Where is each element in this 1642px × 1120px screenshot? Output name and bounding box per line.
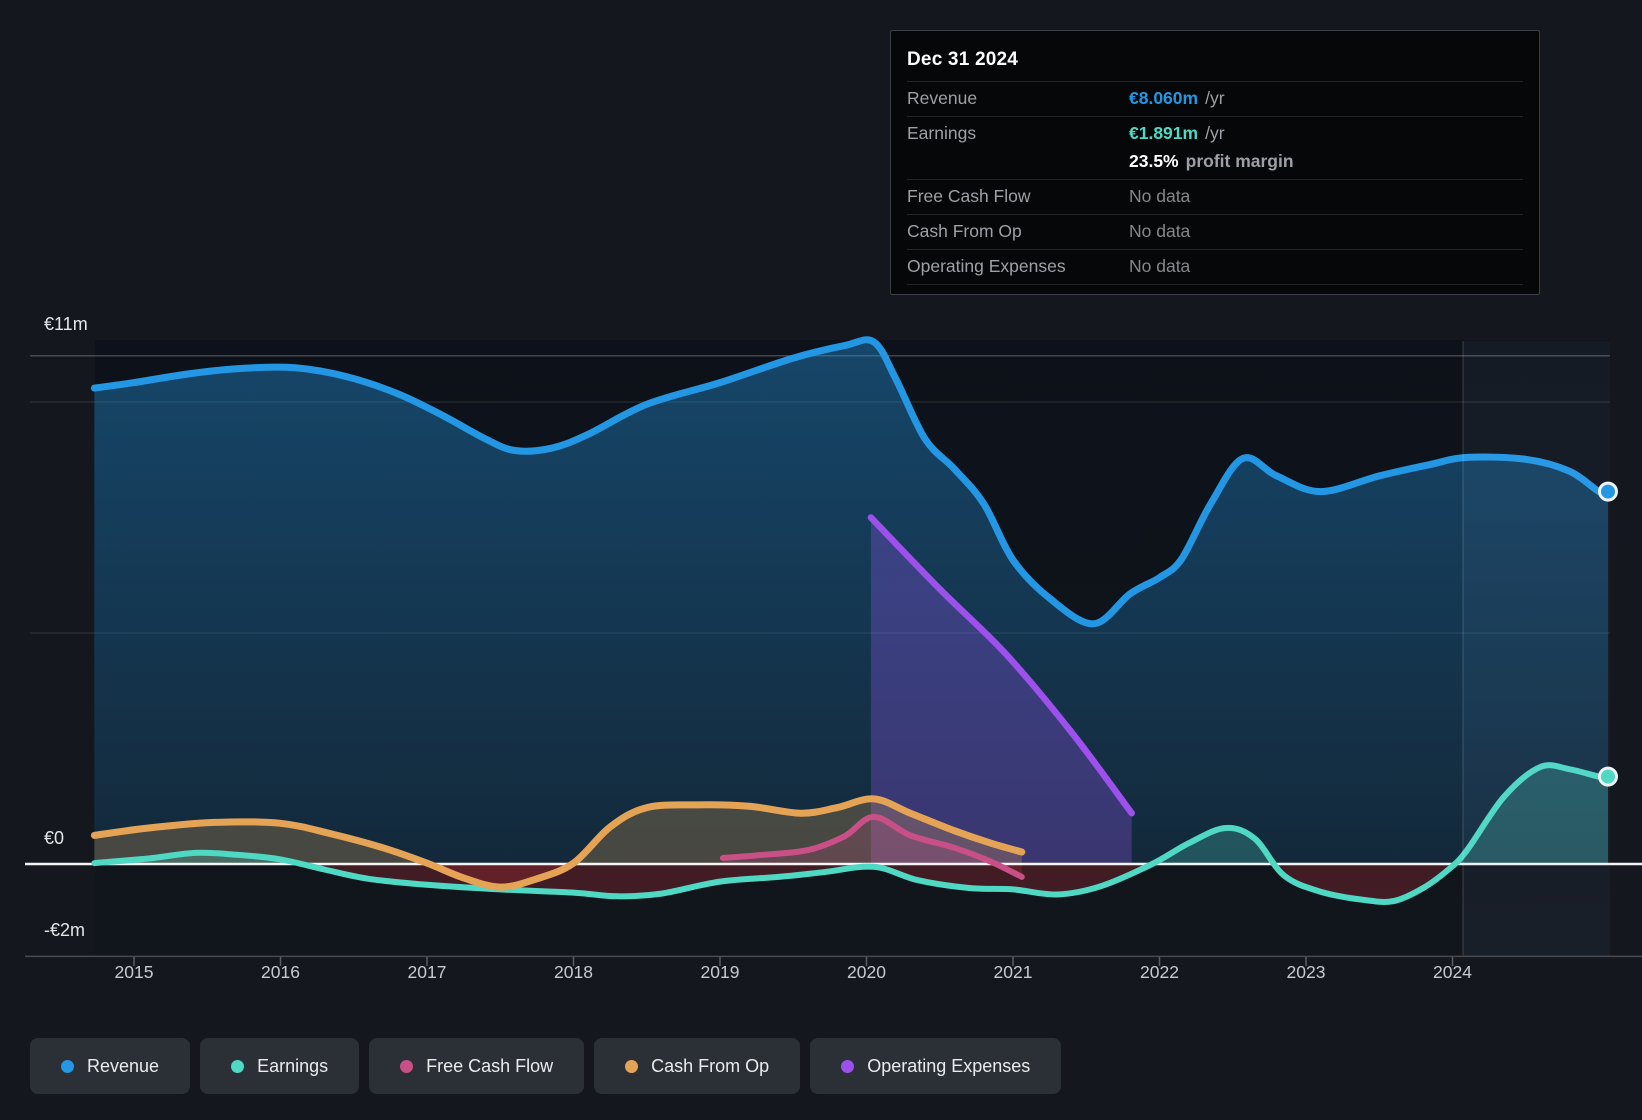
x-axis-label-2022: 2022 bbox=[1140, 962, 1179, 982]
latest-period-band bbox=[1463, 341, 1610, 956]
tooltip-row-value: 23.5% bbox=[1129, 151, 1179, 171]
tooltip-row-suffix: /yr bbox=[1205, 123, 1225, 143]
x-axis-label-2018: 2018 bbox=[554, 962, 593, 982]
x-axis-label-2015: 2015 bbox=[114, 962, 154, 982]
tooltip-row-value: No data bbox=[1129, 221, 1191, 241]
revenue-end-marker bbox=[1598, 481, 1618, 502]
tooltip-row-cash-from-op: Cash From Op No data bbox=[907, 214, 1523, 249]
legend-label: Cash From Op bbox=[651, 1055, 770, 1076]
statement-chart-page: €11m €0 -€2m 2015 2016 2017 2018 2019 2020 202… bbox=[0, 0, 1642, 1120]
cashop-legend-dot bbox=[625, 1059, 639, 1073]
legend-label: Operating Expenses bbox=[867, 1055, 1031, 1076]
fcf-legend-dot bbox=[400, 1059, 414, 1073]
x-axis-label-2016: 2016 bbox=[261, 962, 300, 982]
tooltip-row-free-cash-flow: Free Cash Flow No data bbox=[907, 179, 1523, 214]
x-axis-label-2020: 2020 bbox=[847, 962, 886, 982]
tooltip-row-operating-expenses: Operating Expenses No data bbox=[907, 249, 1523, 285]
tooltip-row-suffix: profit margin bbox=[1185, 151, 1294, 171]
tooltip-row-revenue: Revenue €8.060m/yr bbox=[907, 81, 1523, 116]
earnings-end-marker bbox=[1598, 766, 1618, 787]
x-axis-label-2023: 2023 bbox=[1286, 962, 1326, 982]
tooltip-row-label: Earnings bbox=[907, 123, 977, 143]
x-axis-label-2024: 2024 bbox=[1433, 962, 1472, 982]
tooltip-date: Dec 31 2024 bbox=[907, 49, 1019, 70]
x-axis-label-2021: 2021 bbox=[993, 962, 1033, 982]
y-axis-label-zero: €0 bbox=[44, 828, 65, 848]
legend-item-opex[interactable]: Operating Expenses bbox=[810, 1038, 1062, 1094]
opex-legend-dot bbox=[841, 1059, 855, 1073]
x-axis-label-2017: 2017 bbox=[407, 962, 447, 982]
legend-label: Revenue bbox=[87, 1055, 160, 1076]
x-axis-label-2019: 2019 bbox=[700, 962, 740, 982]
revenue-legend-dot bbox=[61, 1059, 74, 1073]
tooltip-row-value: €1.891m bbox=[1129, 123, 1199, 143]
tooltip-row-value: No data bbox=[1129, 186, 1191, 206]
tooltip-row-label: Operating Expenses bbox=[907, 256, 1066, 276]
tooltip-row-label: Free Cash Flow bbox=[907, 186, 1031, 206]
legend: Revenue Earnings Free Cash Flow Cash From O… bbox=[30, 1038, 1062, 1094]
legend-item-cashop[interactable]: Cash From Op bbox=[594, 1038, 801, 1094]
tooltip-panel: Dec 31 2024 Revenue €8.060m/yr Earnings €1.… bbox=[890, 30, 1540, 295]
legend-item-revenue[interactable]: Revenue bbox=[30, 1038, 191, 1094]
tooltip-row-suffix: /yr bbox=[1205, 88, 1225, 108]
earnings-legend-dot bbox=[231, 1059, 245, 1073]
tooltip-row-label: Cash From Op bbox=[907, 221, 1022, 241]
tooltip-row-earnings: Earnings €1.891m/yr bbox=[907, 116, 1523, 151]
legend-item-earnings[interactable]: Earnings bbox=[200, 1038, 360, 1094]
legend-item-fcf[interactable]: Free Cash Flow bbox=[369, 1038, 585, 1094]
legend-label: Earnings bbox=[257, 1055, 329, 1076]
tooltip-row-profit-margin: 23.5% profit margin bbox=[907, 151, 1523, 179]
tooltip-row-label: Revenue bbox=[907, 88, 978, 108]
legend-label: Free Cash Flow bbox=[426, 1055, 554, 1076]
tooltip-row-value: No data bbox=[1129, 256, 1191, 276]
y-axis-label-bottom: -€2m bbox=[44, 920, 86, 940]
tooltip-row-value: €8.060m bbox=[1129, 88, 1199, 108]
y-axis-label-top: €11m bbox=[44, 314, 88, 334]
